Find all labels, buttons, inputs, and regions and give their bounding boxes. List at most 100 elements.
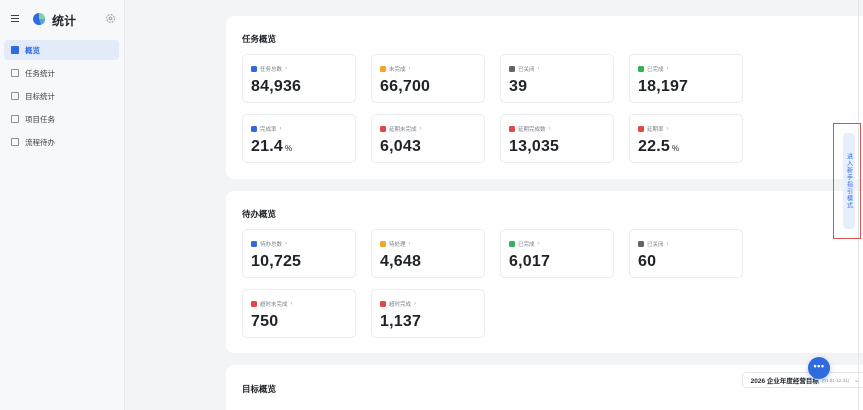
stat-card[interactable]: 待处理 › 4,648 <box>371 229 485 278</box>
stat-card[interactable]: 完成率 › 21.4% <box>242 114 356 163</box>
stat-icon <box>509 126 515 132</box>
goal-stats-icon <box>11 92 19 100</box>
stat-label: 超时完成 <box>389 302 412 308</box>
stat-card[interactable]: 超时完成 › 1,137 <box>371 289 485 338</box>
stat-value: 21.4 <box>251 138 283 155</box>
stat-value-wrap: 750 <box>251 313 278 331</box>
stat-icon <box>380 241 386 247</box>
stat-value: 1,137 <box>380 313 422 330</box>
stat-label-row: 超时未完成 › <box>251 300 293 308</box>
stat-value: 4,648 <box>380 253 422 270</box>
stat-value: 10,725 <box>251 253 302 270</box>
stat-value-wrap: 18,197 <box>638 78 688 96</box>
stat-card[interactable]: 已完成 › 18,197 <box>629 54 743 103</box>
sidebar-item-process-todo[interactable]: 流程待办 <box>4 132 119 152</box>
stat-card[interactable]: 待办总数 › 10,725 <box>242 229 356 278</box>
chevron-right-icon: › <box>285 241 288 247</box>
stat-card[interactable]: 延期率 › 22.5% <box>629 114 743 163</box>
stat-card[interactable]: 已关闭 › 39 <box>500 54 614 103</box>
stat-value-wrap: 60 <box>638 253 656 271</box>
sidebar-item-overview[interactable]: 概览 <box>4 40 119 60</box>
sidebar-item-task-stats[interactable]: 任务统计 <box>4 63 119 83</box>
stat-label: 已完成 <box>647 67 664 73</box>
stat-label-row: 任务总数 › <box>251 65 287 73</box>
todo-overview-section: 待办概览 待办总数 › 10,725 待处理 › 4,648 已完成 › 6,017 已关闭 › 60… <box>226 191 863 353</box>
stat-icon <box>509 241 515 247</box>
chevron-right-icon: › <box>548 126 551 132</box>
stat-value: 6,043 <box>380 138 422 155</box>
guide-tab-highlight: 进入新手指引模式 <box>833 123 861 239</box>
stat-value-wrap: 1,137 <box>380 313 421 331</box>
section-title: 任务概览 <box>242 34 277 44</box>
stat-value: 66,700 <box>380 78 431 95</box>
more-actions-button[interactable]: ••• <box>808 357 830 379</box>
overview-icon <box>11 46 19 54</box>
sidebar-item-label: 任务统计 <box>25 68 55 78</box>
stat-label: 任务总数 <box>260 67 283 73</box>
stat-icon <box>509 66 515 72</box>
chevron-right-icon: › <box>537 241 540 247</box>
stat-value-wrap: 39 <box>509 78 527 96</box>
stat-value-wrap: 4,648 <box>380 253 421 271</box>
stat-icon <box>251 66 257 72</box>
stat-value-wrap: 66,700 <box>380 78 430 96</box>
sidebar-nav: 概览 任务统计 目标统计 项目任务 流程待办 <box>4 40 119 155</box>
gear-icon[interactable] <box>105 13 116 24</box>
stat-label: 延期率 <box>647 127 664 133</box>
stat-label-row: 待办总数 › <box>251 240 287 248</box>
stat-card[interactable]: 延期完成数 › 13,035 <box>500 114 614 163</box>
guide-mode-button[interactable]: 进入新手指引模式 <box>843 133 855 229</box>
stat-value: 22.5 <box>638 138 670 155</box>
stat-card[interactable]: 延期未完成 › 6,043 <box>371 114 485 163</box>
chevron-right-icon: › <box>290 301 293 307</box>
stat-label: 延期完成数 <box>518 127 546 133</box>
stat-value: 750 <box>251 313 279 330</box>
section-title: 待办概览 <box>242 209 277 219</box>
process-todo-icon <box>11 138 19 146</box>
stat-unit: % <box>284 144 293 153</box>
chevron-right-icon: › <box>279 126 282 132</box>
stat-label-row: 已关闭 › <box>638 240 669 248</box>
stat-card[interactable]: 任务总数 › 84,936 <box>242 54 356 103</box>
sidebar-item-label: 流程待办 <box>25 137 55 147</box>
stat-card[interactable]: 未完成 › 66,700 <box>371 54 485 103</box>
stat-icon <box>638 126 644 132</box>
stat-card[interactable]: 已完成 › 6,017 <box>500 229 614 278</box>
stat-label-row: 待处理 › <box>380 240 411 248</box>
stat-label: 已完成 <box>518 242 535 248</box>
stat-value-wrap: 10,725 <box>251 253 301 271</box>
chevron-right-icon: › <box>666 66 669 72</box>
app-logo-icon <box>33 13 45 25</box>
stat-value: 84,936 <box>251 78 302 95</box>
sidebar-item-goal-stats[interactable]: 目标统计 <box>4 86 119 106</box>
more-icon: ••• <box>813 361 825 371</box>
stat-label-row: 延期未完成 › <box>380 125 422 133</box>
stat-icon <box>380 66 386 72</box>
goal-period-dropdown[interactable]: 2026 企业年度经营目标 (01.01-12.31) ⌄ <box>741 372 863 388</box>
stat-card[interactable]: 超时未完成 › 750 <box>242 289 356 338</box>
stat-value-wrap: 13,035 <box>509 138 559 156</box>
stat-value-wrap: 21.4% <box>251 138 292 156</box>
stat-label: 未完成 <box>389 67 406 73</box>
stat-label: 待办总数 <box>260 242 283 248</box>
chevron-right-icon: › <box>414 301 417 307</box>
stat-label-row: 延期率 › <box>638 125 669 133</box>
stat-value-wrap: 6,043 <box>380 138 421 156</box>
stat-icon <box>638 241 644 247</box>
stat-value-wrap: 84,936 <box>251 78 301 96</box>
stat-label: 完成率 <box>260 127 277 133</box>
sidebar-item-label: 项目任务 <box>25 114 55 124</box>
task-stats-icon <box>11 69 19 77</box>
sidebar-item-label: 目标统计 <box>25 91 55 101</box>
stat-label: 超时未完成 <box>260 302 288 308</box>
chevron-right-icon: › <box>666 126 669 132</box>
stat-icon <box>251 301 257 307</box>
stat-icon <box>638 66 644 72</box>
chevron-right-icon: › <box>537 66 540 72</box>
stat-value: 39 <box>509 78 528 95</box>
stat-label-row: 已关闭 › <box>509 65 540 73</box>
sidebar-item-project-tasks[interactable]: 项目任务 <box>4 109 119 129</box>
stat-card[interactable]: 已关闭 › 60 <box>629 229 743 278</box>
menu-icon[interactable] <box>11 15 19 22</box>
stat-label-row: 延期完成数 › <box>509 125 551 133</box>
